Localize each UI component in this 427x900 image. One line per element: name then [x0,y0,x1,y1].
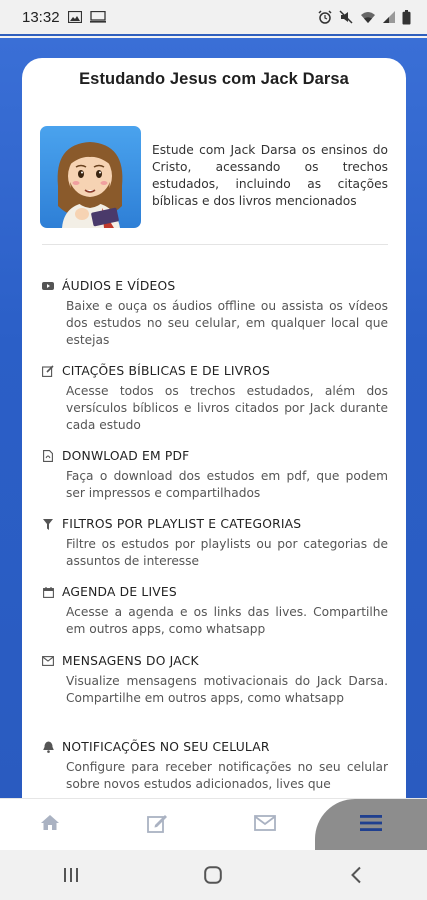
status-right [318,9,411,25]
youtube-icon [42,280,54,292]
envelope-icon [42,655,54,667]
feature-title: CITAÇÕES BÍBLICAS E DE LIVROS [62,364,270,378]
feature-head: MENSAGENS DO JACK [42,652,388,670]
feature-head: NOTIFICAÇÕES NO SEU CELULAR [42,738,388,756]
android-navigation-bar [0,850,427,900]
feature-description: Visualize mensagens motivacionais do Jac… [66,674,388,705]
status-bar: 13:32 [0,0,427,36]
feature-title: FILTROS POR PLAYLIST E CATEGORIAS [62,517,302,531]
status-left: 13:32 [22,9,106,26]
feature-mensagens: MENSAGENS DO JACK Visualize mensagens mo… [42,652,388,707]
feature-title: MENSAGENS DO JACK [62,654,199,668]
edit-icon [147,813,169,838]
calendar-icon [42,586,54,598]
card-title: Estudando Jesus com Jack Darsa [79,70,349,88]
nav-studies-button[interactable] [113,799,203,851]
edit-icon [42,365,54,377]
intro-text: Estude com Jack Darsa os ensinos do Cris… [152,143,388,208]
status-time: 13:32 [22,8,60,26]
feature-description: Filtre os estudos por playlists ou por c… [66,537,388,568]
alarm-icon [318,10,332,24]
feature-notificacoes: NOTIFICAÇÕES NO SEU CELULAR Configure pa… [42,738,388,793]
feature-head: DONWLOAD EM PDF [42,447,388,465]
feature-description: Acesse a agenda e os links das lives. Co… [66,605,388,636]
gallery-icon [67,11,82,23]
feature-title: DONWLOAD EM PDF [62,449,190,463]
recent-apps-button[interactable] [41,855,101,895]
nav-messages-button[interactable] [220,799,310,851]
feature-description: Faça o download dos estudos em pdf, que … [66,469,388,500]
signal-icon [383,11,395,23]
bell-icon [42,741,54,753]
about-card: Estudando Jesus com Jack Darsa Estude co… [22,58,406,798]
back-button[interactable] [326,855,386,895]
home-system-button[interactable] [183,855,243,895]
feature-audios-videos: ÁUDIOS E VÍDEOS Baixe e ouça os áudios o… [42,277,388,348]
filter-icon [42,518,54,530]
feature-description: Configure para receber notificações no s… [66,760,388,791]
feature-description: Acesse todos os trechos estudados, além … [66,384,388,432]
envelope-icon [254,814,276,836]
feature-title: ÁUDIOS E VÍDEOS [62,279,176,293]
battery-icon [402,9,411,25]
wifi-icon [360,11,376,24]
nav-home-button[interactable] [5,799,95,851]
menu-icon [360,814,382,837]
jesus-avatar [40,126,141,228]
hero-section: Estude com Jack Darsa os ensinos do Cris… [40,126,388,228]
feature-pdf: DONWLOAD EM PDF Faça o download dos estu… [42,447,388,502]
feature-head: FILTROS POR PLAYLIST E CATEGORIAS [42,515,388,533]
feature-head: AGENDA DE LIVES [42,583,388,601]
bottom-navigation [0,798,427,851]
feature-head: CITAÇÕES BÍBLICAS E DE LIVROS [42,362,388,380]
pdf-file-icon [42,450,54,462]
home-icon [40,814,60,836]
monitor-icon [89,11,106,23]
feature-citacoes: CITAÇÕES BÍBLICAS E DE LIVROS Acesse tod… [42,362,388,433]
feature-filtros: FILTROS POR PLAYLIST E CATEGORIAS Filtre… [42,515,388,570]
feature-description: Baixe e ouça os áudios offline ou assist… [66,299,388,347]
mute-icon [339,10,353,24]
feature-agenda: AGENDA DE LIVES Acesse a agenda e os lin… [42,583,388,638]
feature-head: ÁUDIOS E VÍDEOS [42,277,388,295]
feature-title: AGENDA DE LIVES [62,585,177,599]
divider [42,244,388,245]
nav-menu-button[interactable] [315,799,427,851]
feature-title: NOTIFICAÇÕES NO SEU CELULAR [62,740,270,754]
